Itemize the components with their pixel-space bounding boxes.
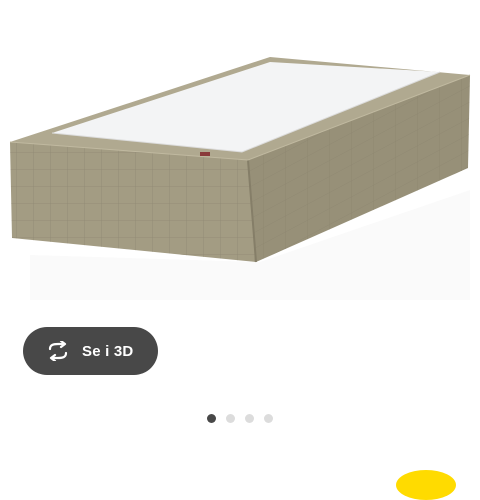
bed-base-illustration <box>9 57 471 300</box>
rotate-3d-icon <box>45 341 71 361</box>
carousel-dot-2[interactable] <box>226 414 235 423</box>
yellow-accent-shape <box>396 470 456 500</box>
view-in-3d-button[interactable]: Se i 3D <box>23 327 158 375</box>
view-in-3d-label: Se i 3D <box>82 342 134 360</box>
image-carousel-indicator <box>207 414 273 423</box>
carousel-dot-1[interactable] <box>207 414 216 423</box>
carousel-dot-4[interactable] <box>264 414 273 423</box>
carousel-dot-3[interactable] <box>245 414 254 423</box>
product-image <box>0 0 480 310</box>
